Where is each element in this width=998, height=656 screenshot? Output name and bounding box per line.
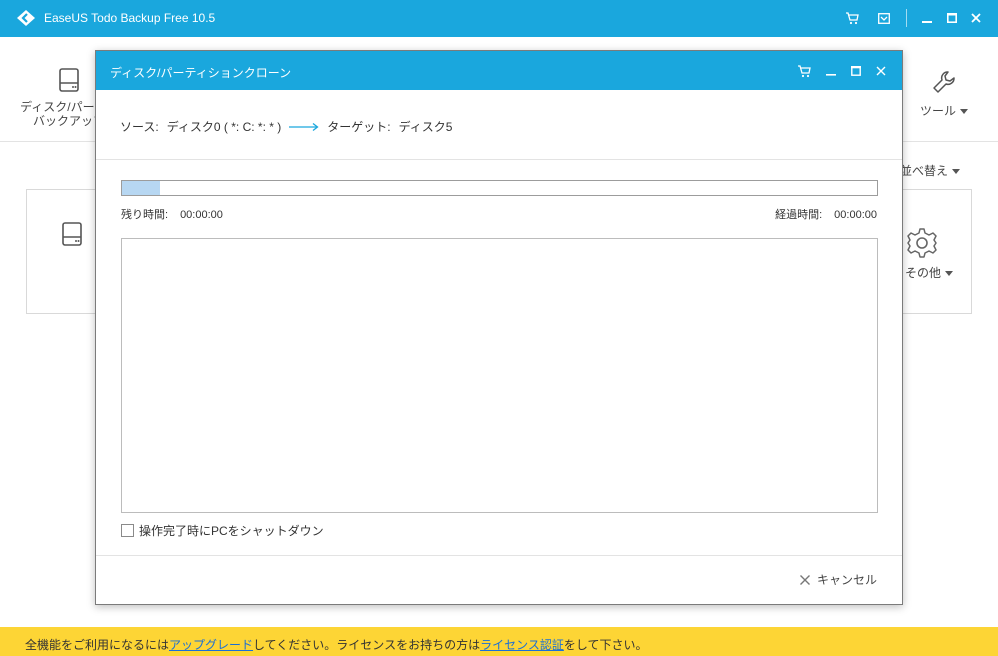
notice-text-2: してください。ライセンスをお持ちの方は xyxy=(253,638,481,652)
upgrade-link[interactable]: アップグレード xyxy=(169,638,253,652)
remaining-value: 00:00:00 xyxy=(180,209,223,221)
elapsed-time: 経過時間: 00:00:00 xyxy=(775,206,877,222)
clone-dialog: ディスク/パーティションクローン ソース: ディスク0 ( *: C: *: *… xyxy=(95,50,903,605)
app-titlebar: EaseUS Todo Backup Free 10.5 xyxy=(0,0,998,37)
gear-icon[interactable] xyxy=(905,226,939,260)
close-icon xyxy=(971,13,981,23)
dialog-close-button[interactable] xyxy=(873,63,889,79)
sort-dropdown[interactable]: 並べ替え xyxy=(900,162,961,179)
license-activation-link[interactable]: ライセンス認証 xyxy=(480,638,564,652)
source-label: ソース: xyxy=(120,120,159,134)
divider xyxy=(96,555,902,556)
close-icon xyxy=(876,66,886,76)
dropdown-box-icon xyxy=(878,12,890,24)
shutdown-checkbox[interactable] xyxy=(121,524,134,537)
upgrade-notice-bar: 全機能をご利用になるにはアップグレードしてください。ライセンスをお持ちの方はライ… xyxy=(0,627,998,656)
tools-menu-button[interactable]: ツール xyxy=(914,69,974,118)
menu-button[interactable] xyxy=(874,9,894,27)
cancel-label: キャンセル xyxy=(817,573,878,587)
dialog-minimize-button[interactable] xyxy=(823,63,839,79)
clone-progress-bar xyxy=(121,180,878,196)
close-button[interactable] xyxy=(966,9,986,27)
other-menu-button[interactable]: その他 xyxy=(905,264,954,281)
disk-icon xyxy=(59,68,79,92)
chevron-down-icon xyxy=(952,169,961,175)
titlebar-divider xyxy=(906,9,907,27)
dialog-cart-button[interactable] xyxy=(796,63,812,79)
progress-fill xyxy=(122,181,160,195)
shutdown-option[interactable]: 操作完了時にPCをシャットダウン xyxy=(121,522,324,539)
divider xyxy=(96,159,902,160)
minimize-icon xyxy=(922,21,932,23)
cart-icon xyxy=(846,11,859,24)
cart-icon xyxy=(798,64,811,77)
elapsed-value: 00:00:00 xyxy=(834,209,877,221)
operation-log-panel[interactable] xyxy=(121,238,878,513)
cart-button[interactable] xyxy=(842,9,862,27)
dialog-title: ディスク/パーティションクローン xyxy=(110,66,292,80)
disk-icon xyxy=(62,222,82,246)
sort-label: 並べ替え xyxy=(900,164,949,178)
clone-route: ソース: ディスク0 ( *: C: *: * ) ターゲット: ディスク5 xyxy=(120,118,460,135)
remaining-time: 残り時間: 00:00:00 xyxy=(121,206,223,222)
arrow-right-icon xyxy=(289,122,319,131)
cancel-button[interactable]: キャンセル xyxy=(799,571,877,588)
other-label: その他 xyxy=(905,266,942,280)
maximize-button[interactable] xyxy=(942,9,962,27)
notice-text-3: をして下さい。 xyxy=(563,638,648,652)
dialog-titlebar: ディスク/パーティションクローン xyxy=(96,51,902,90)
logo-icon xyxy=(17,10,35,26)
chevron-down-icon xyxy=(945,271,954,277)
minimize-button[interactable] xyxy=(917,9,937,27)
minimize-icon xyxy=(826,74,836,76)
maximize-icon xyxy=(851,66,861,76)
remaining-label: 残り時間: xyxy=(121,209,169,221)
notice-text-1: 全機能をご利用になるには xyxy=(25,638,170,652)
tools-label: ツール xyxy=(919,104,956,118)
shutdown-label: 操作完了時にPCをシャットダウン xyxy=(139,524,324,538)
maximize-icon xyxy=(947,13,957,23)
target-label: ターゲット: xyxy=(327,120,391,134)
app-title: EaseUS Todo Backup Free 10.5 xyxy=(44,11,216,25)
chevron-down-icon xyxy=(960,109,968,115)
source-value: ディスク0 ( *: C: *: * ) xyxy=(166,120,282,134)
close-icon xyxy=(800,574,810,585)
target-value: ディスク5 xyxy=(398,120,453,134)
dialog-maximize-button[interactable] xyxy=(848,63,864,79)
elapsed-label: 経過時間: xyxy=(775,209,823,221)
wrench-icon xyxy=(933,71,955,93)
